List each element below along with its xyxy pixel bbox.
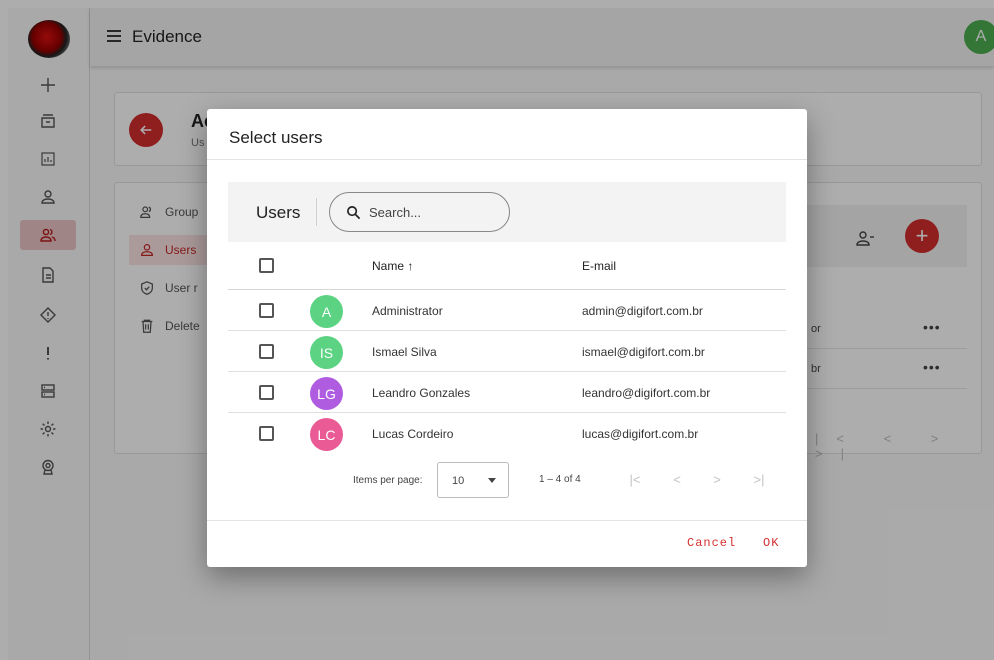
dialog-title: Select users [229,128,323,147]
avatar: A [310,295,343,328]
users-heading: Users [256,203,301,222]
divider [316,198,317,226]
table-row[interactable]: LG Leandro Gonzales leandro@digifort.com… [228,372,786,413]
caret-down-icon [488,478,496,483]
table-row[interactable]: LC Lucas Cordeiro lucas@digifort.com.br [228,413,786,454]
last-page-button[interactable]: >| [749,470,769,490]
next-page-button[interactable]: > [707,470,727,490]
user-email: ismael@digifort.com.br [582,345,705,359]
user-name: Leandro Gonzales [372,386,471,400]
divider [207,159,807,160]
search-icon [347,205,361,219]
row-checkbox[interactable] [259,385,274,400]
table-row[interactable]: A Administrator admin@digifort.com.br [228,290,786,331]
select-all-checkbox[interactable] [259,258,274,273]
items-per-page-value: 10 [452,475,465,487]
cancel-button[interactable]: Cancel [687,536,736,550]
user-name: Ismael Silva [372,345,437,359]
items-per-page-label: Items per page: [353,475,423,486]
user-name: Administrator [372,304,443,318]
table-row[interactable]: IS Ismael Silva ismael@digifort.com.br [228,331,786,372]
column-header-email: E-mail [582,259,617,273]
page-range: 1 – 4 of 4 [539,474,581,485]
ok-button[interactable]: OK [763,536,779,550]
user-name: Lucas Cordeiro [372,427,454,441]
user-email: leandro@digifort.com.br [582,386,711,400]
first-page-button[interactable]: |< [625,470,645,490]
paginator: Items per page: 10 1 – 4 of 4 |< < > >| [207,462,807,498]
row-checkbox[interactable] [259,303,274,318]
table-header: Name ↑ E-mail [228,242,786,290]
search-box[interactable] [329,192,510,232]
avatar: LC [310,418,343,451]
user-email: admin@digifort.com.br [582,304,703,318]
row-checkbox[interactable] [259,426,274,441]
column-header-name[interactable]: Name ↑ [372,259,413,273]
row-checkbox[interactable] [259,344,274,359]
user-email: lucas@digifort.com.br [582,427,699,441]
select-users-dialog: Select users Users Name ↑ E-mail A Admin… [207,109,807,567]
avatar: LG [310,377,343,410]
users-toolbar: Users [228,182,786,242]
divider [207,520,807,521]
items-per-page-select[interactable]: 10 [437,462,509,498]
search-input[interactable] [369,204,499,220]
previous-page-button[interactable]: < [667,470,687,490]
avatar: IS [310,336,343,369]
